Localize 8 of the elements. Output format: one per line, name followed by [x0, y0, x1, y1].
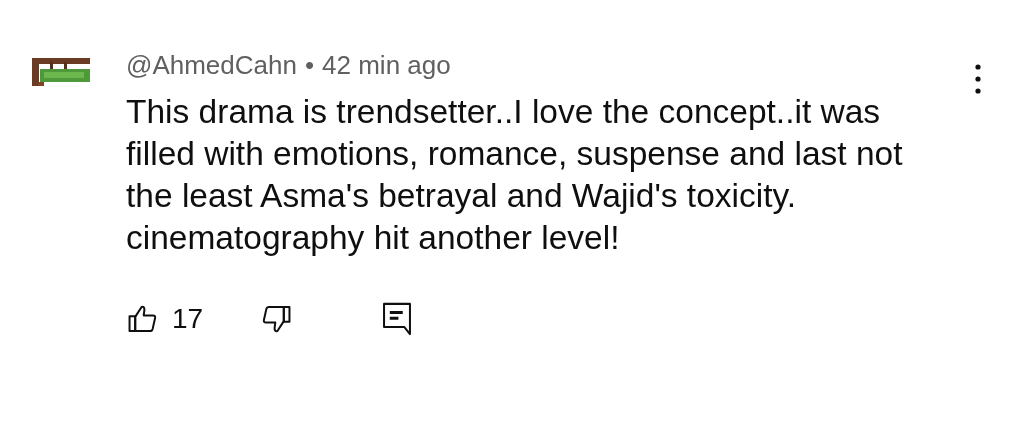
separator: • — [304, 50, 315, 81]
comment-icon — [381, 301, 414, 337]
comment-text: This drama is trendsetter..I love the concept..it was filled with emotions, romance, suspense and last not the least Asma's betrayal and Wajid's toxicity. cinematography hit another level! — [126, 92, 904, 258]
comment-time: 42 min ago — [322, 50, 451, 81]
comment-author[interactable]: @AhmedCahn — [126, 50, 297, 81]
reply-button[interactable] — [381, 301, 414, 337]
like-button[interactable]: 17 — [126, 302, 204, 336]
more-icon — [975, 64, 981, 94]
